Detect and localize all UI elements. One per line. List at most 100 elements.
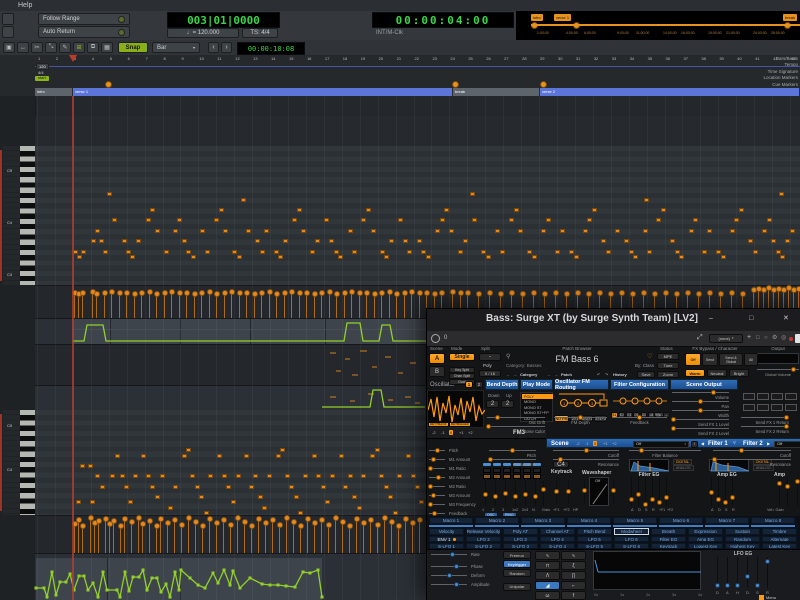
- midi-note[interactable]: [292, 218, 297, 222]
- waveshaper-display[interactable]: Off: [589, 477, 609, 506]
- midi-note[interactable]: [280, 448, 285, 452]
- auto-return-button[interactable]: Auto Return: [38, 26, 130, 38]
- slider-noise-color[interactable]: [487, 426, 545, 427]
- midi-note[interactable]: [779, 192, 784, 196]
- velocity-lollipop[interactable]: [364, 290, 370, 296]
- minimize-button[interactable]: –: [709, 315, 713, 322]
- velocity-lollipop[interactable]: [354, 516, 360, 522]
- midi-note[interactable]: [371, 229, 376, 233]
- oscillator-tab-1[interactable]: 1: [465, 381, 473, 388]
- midi-note[interactable]: [91, 239, 96, 243]
- midi-note[interactable]: [403, 239, 408, 243]
- lfo-eg-handle[interactable]: [735, 583, 740, 588]
- midi-note[interactable]: [81, 250, 86, 254]
- plugin-window[interactable]: Bass: Surge XT (by Surge Synth Team) [LV…: [426, 308, 800, 600]
- bypass-icon[interactable]: [431, 334, 440, 343]
- vslider-handle[interactable]: [664, 495, 669, 500]
- velocity-lollipop[interactable]: [394, 291, 400, 297]
- velocity-lollipop[interactable]: [403, 516, 409, 522]
- midi-note[interactable]: [384, 485, 389, 489]
- midi-note[interactable]: [730, 229, 735, 233]
- mod-source-sustain[interactable]: Sustain: [725, 528, 760, 535]
- vslider-track[interactable]: [732, 477, 733, 506]
- midi-note[interactable]: [310, 250, 315, 254]
- playhead-flag[interactable]: [69, 55, 77, 62]
- velocity-lollipop[interactable]: [94, 291, 100, 297]
- navigator-marker[interactable]: break: [783, 14, 797, 21]
- macro-button[interactable]: Macro 5: [613, 517, 657, 524]
- midi-note[interactable]: [357, 506, 362, 510]
- velocity-lollipop[interactable]: [342, 290, 348, 296]
- vslider-handle[interactable]: [611, 488, 616, 493]
- fx-grid-slot[interactable]: [771, 404, 783, 411]
- midi-note[interactable]: [644, 198, 649, 202]
- midi-note[interactable]: [624, 239, 629, 243]
- status-mpe-button[interactable]: MPE: [657, 353, 679, 360]
- velocity-lollipop[interactable]: [80, 523, 86, 529]
- mod-source-filter-eg[interactable]: Filter EG: [651, 536, 686, 542]
- velocity-lollipop[interactable]: [304, 290, 310, 296]
- vslider-handle[interactable]: [483, 492, 488, 497]
- midi-note[interactable]: [748, 239, 753, 243]
- midi-note[interactable]: [633, 255, 638, 259]
- slider-portamento[interactable]: [489, 459, 536, 460]
- velocity-lollipop[interactable]: [361, 520, 367, 526]
- filter1-type-dropdown[interactable]: Off▾: [633, 441, 689, 448]
- vslider-handle[interactable]: [730, 495, 735, 500]
- slider-send-fx-2-return[interactable]: [741, 426, 789, 427]
- macro-button[interactable]: Macro 3: [521, 517, 565, 524]
- play-mode-mono-st-fp[interactable]: MONO ST+FP: [522, 411, 553, 416]
- navigator-marker[interactable]: intro: [531, 14, 543, 21]
- midi-note[interactable]: [388, 495, 393, 499]
- velocity-lollipop[interactable]: [718, 291, 724, 297]
- velocity-lollipop[interactable]: [76, 517, 82, 523]
- scene-octave-chip[interactable]: +2: [611, 441, 618, 446]
- velocity-lollipop[interactable]: [696, 291, 702, 297]
- midi-note[interactable]: [389, 239, 394, 243]
- midi-note[interactable]: [217, 454, 222, 458]
- midi-note[interactable]: [283, 239, 288, 243]
- midi-note[interactable]: [444, 208, 449, 212]
- velocity-lollipop[interactable]: [597, 290, 603, 296]
- midi-note[interactable]: [470, 192, 475, 196]
- piano-roll-upper[interactable]: [35, 146, 800, 285]
- macro-value-bar[interactable]: [751, 525, 795, 527]
- mod-source-velocity[interactable]: Velocity: [429, 528, 464, 535]
- midi-note[interactable]: [334, 250, 339, 254]
- mod-source-breath[interactable]: Breath: [651, 528, 686, 535]
- velocity-lollipop[interactable]: [312, 291, 318, 297]
- velocity-lollipop[interactable]: [586, 291, 592, 297]
- velocity-lollipop[interactable]: [270, 517, 276, 523]
- slider-handle[interactable]: [436, 475, 441, 480]
- cue-marker[interactable]: [452, 81, 459, 88]
- amp-velocity-label[interactable]: Vel> Gain: [767, 508, 784, 512]
- macro-value-bar[interactable]: [659, 525, 703, 527]
- arrangement-row[interactable]: introverse 1breakverse 2: [0, 88, 800, 96]
- lfo-trigger-random[interactable]: Random: [503, 569, 531, 577]
- midi-note[interactable]: [343, 485, 348, 489]
- midi-note[interactable]: [370, 454, 375, 458]
- filter-analysis-icon[interactable]: ⚲: [733, 441, 736, 445]
- midi-note[interactable]: [186, 448, 191, 452]
- midi-note[interactable]: [449, 229, 454, 233]
- slider-handle[interactable]: [431, 493, 436, 498]
- character-neutral-button[interactable]: Neutral: [707, 369, 727, 377]
- mod-source-modwheel[interactable]: Modwheel: [614, 528, 649, 535]
- velocity-lollipop[interactable]: [652, 291, 658, 297]
- vslider-handle[interactable]: [582, 488, 587, 493]
- vslider-handle[interactable]: [629, 497, 634, 502]
- lfo-shape-3[interactable]: ξ: [561, 561, 586, 570]
- midi-note[interactable]: [546, 218, 551, 222]
- keytrack-routing-label[interactable]: +F1: [553, 508, 560, 512]
- velocity-lollipop[interactable]: [147, 289, 153, 295]
- velocity-lollipop[interactable]: [297, 290, 303, 296]
- velocity-lollipop[interactable]: [139, 290, 145, 296]
- mod-source-pitch-bend[interactable]: Pitch Bend: [577, 528, 612, 535]
- midi-note[interactable]: [325, 500, 330, 504]
- velocity-lollipop[interactable]: [707, 290, 713, 296]
- velocity-lollipop[interactable]: [531, 290, 537, 296]
- midi-note[interactable]: [643, 229, 648, 233]
- midi-note[interactable]: [186, 250, 191, 254]
- mixer-solo-button[interactable]: [483, 474, 491, 479]
- midi-note[interactable]: [338, 255, 343, 259]
